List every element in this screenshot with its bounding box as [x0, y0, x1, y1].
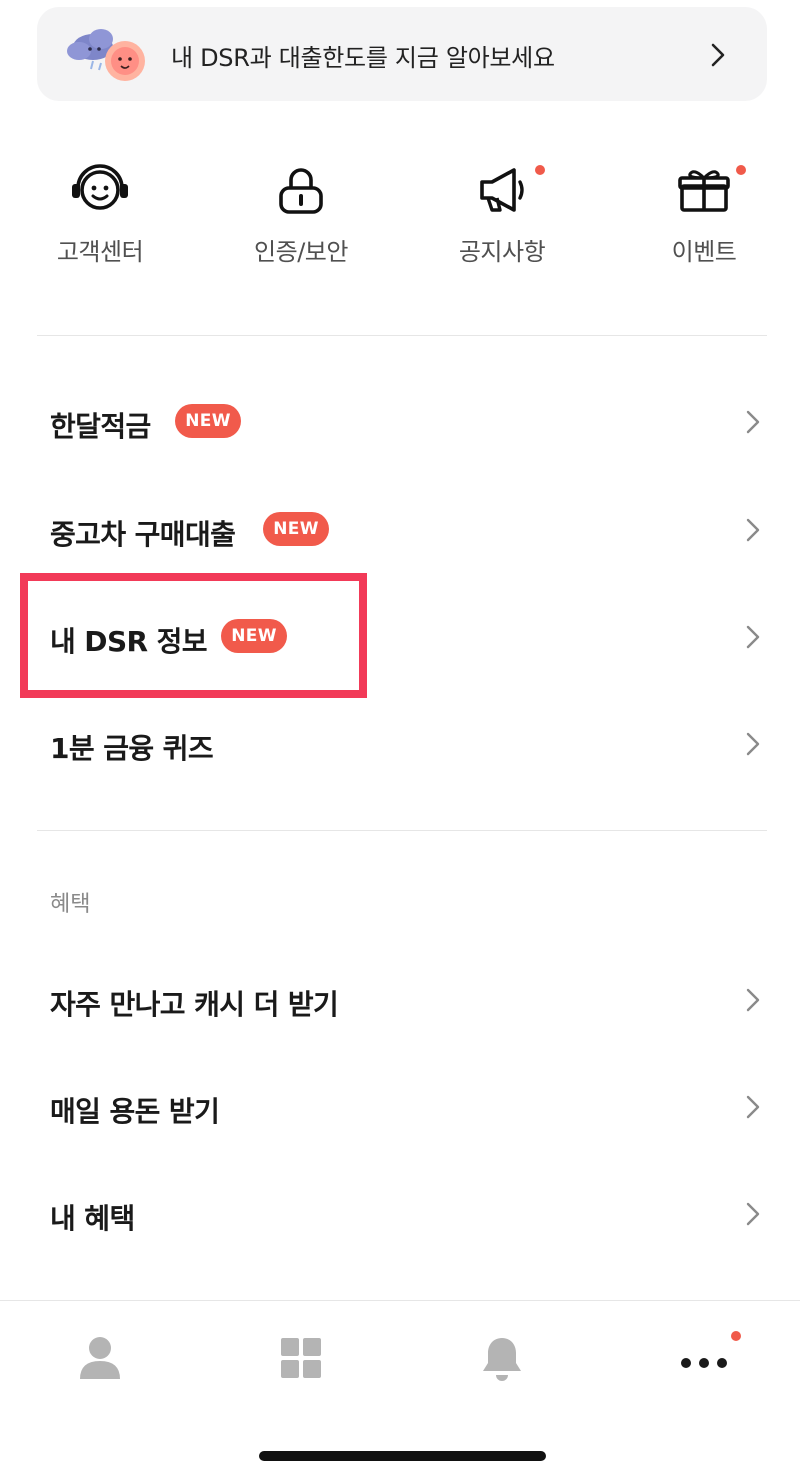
- headset-smile-icon: [72, 164, 128, 210]
- chevron-right-icon: [746, 988, 760, 1012]
- bell-icon: [483, 1338, 521, 1381]
- chevron-right-icon: [746, 1095, 760, 1119]
- quick-item-event[interactable]: 이벤트: [604, 160, 800, 280]
- divider: [37, 335, 767, 336]
- chevron-right-icon: [711, 43, 725, 67]
- quick-item-label: 고객센터: [56, 238, 144, 266]
- new-badge: NEW: [175, 404, 241, 438]
- menu-item-label: 1분 금융 퀴즈: [50, 732, 214, 765]
- benefit-item-daily-allowance[interactable]: 매일 용돈 받기: [0, 1053, 800, 1159]
- quick-item-customer-center[interactable]: 고객센터: [0, 160, 200, 280]
- divider: [37, 830, 767, 831]
- chevron-right-icon: [746, 732, 760, 756]
- new-badge: NEW: [263, 512, 329, 546]
- gift-icon: [678, 170, 730, 212]
- chevron-right-icon: [746, 518, 760, 542]
- grid-icon: [281, 1338, 321, 1378]
- benefit-item-label: 내 혜택: [50, 1202, 135, 1235]
- menu-item-label: 중고차 구매대출: [50, 518, 236, 551]
- tab-profile[interactable]: [0, 1329, 200, 1389]
- chevron-right-icon: [746, 625, 760, 649]
- highlight-box: [20, 573, 367, 698]
- home-indicator: [259, 1451, 546, 1461]
- menu-item-monthly-savings[interactable]: 한달적금 NEW: [0, 368, 800, 474]
- benefit-item-label: 매일 용돈 받기: [50, 1095, 220, 1128]
- notification-dot: [736, 165, 746, 175]
- tab-more[interactable]: [604, 1329, 800, 1389]
- megaphone-icon: [480, 168, 524, 212]
- lock-icon: [279, 168, 323, 214]
- quick-item-auth-security[interactable]: 인증/보안: [201, 160, 401, 280]
- menu-item-label: 한달적금: [50, 410, 151, 443]
- tab-notifications[interactable]: [402, 1329, 602, 1389]
- quick-item-label: 공지사항: [458, 238, 546, 266]
- chevron-right-icon: [746, 410, 760, 434]
- dsr-banner[interactable]: 내 DSR과 대출한도를 지금 알아보세요: [37, 7, 767, 101]
- tabbar-divider: [0, 1300, 800, 1301]
- benefit-item-frequent-cash[interactable]: 자주 만나고 캐시 더 받기: [0, 946, 800, 1052]
- cloud-sun-illustration-icon: [67, 29, 145, 81]
- section-label-benefits: 혜택: [50, 892, 91, 917]
- chevron-right-icon: [746, 1202, 760, 1226]
- quick-item-label: 이벤트: [671, 238, 737, 266]
- notification-dot: [731, 1331, 741, 1341]
- notification-dot: [535, 165, 545, 175]
- benefit-item-my-benefits[interactable]: 내 혜택: [0, 1160, 800, 1266]
- tab-home-grid[interactable]: [201, 1329, 401, 1389]
- quick-item-notice[interactable]: 공지사항: [402, 160, 602, 280]
- banner-text: 내 DSR과 대출한도를 지금 알아보세요: [171, 44, 555, 72]
- more-dots-icon: [681, 1358, 727, 1368]
- benefit-item-label: 자주 만나고 캐시 더 받기: [50, 988, 339, 1021]
- menu-item-used-car-loan[interactable]: 중고차 구매대출 NEW: [0, 476, 800, 582]
- quick-item-label: 인증/보안: [254, 238, 348, 266]
- menu-item-finance-quiz[interactable]: 1분 금융 퀴즈: [0, 690, 800, 796]
- quick-menu: 고객센터 인증/보안 공지사항 이벤트: [0, 160, 800, 280]
- person-icon: [80, 1337, 120, 1379]
